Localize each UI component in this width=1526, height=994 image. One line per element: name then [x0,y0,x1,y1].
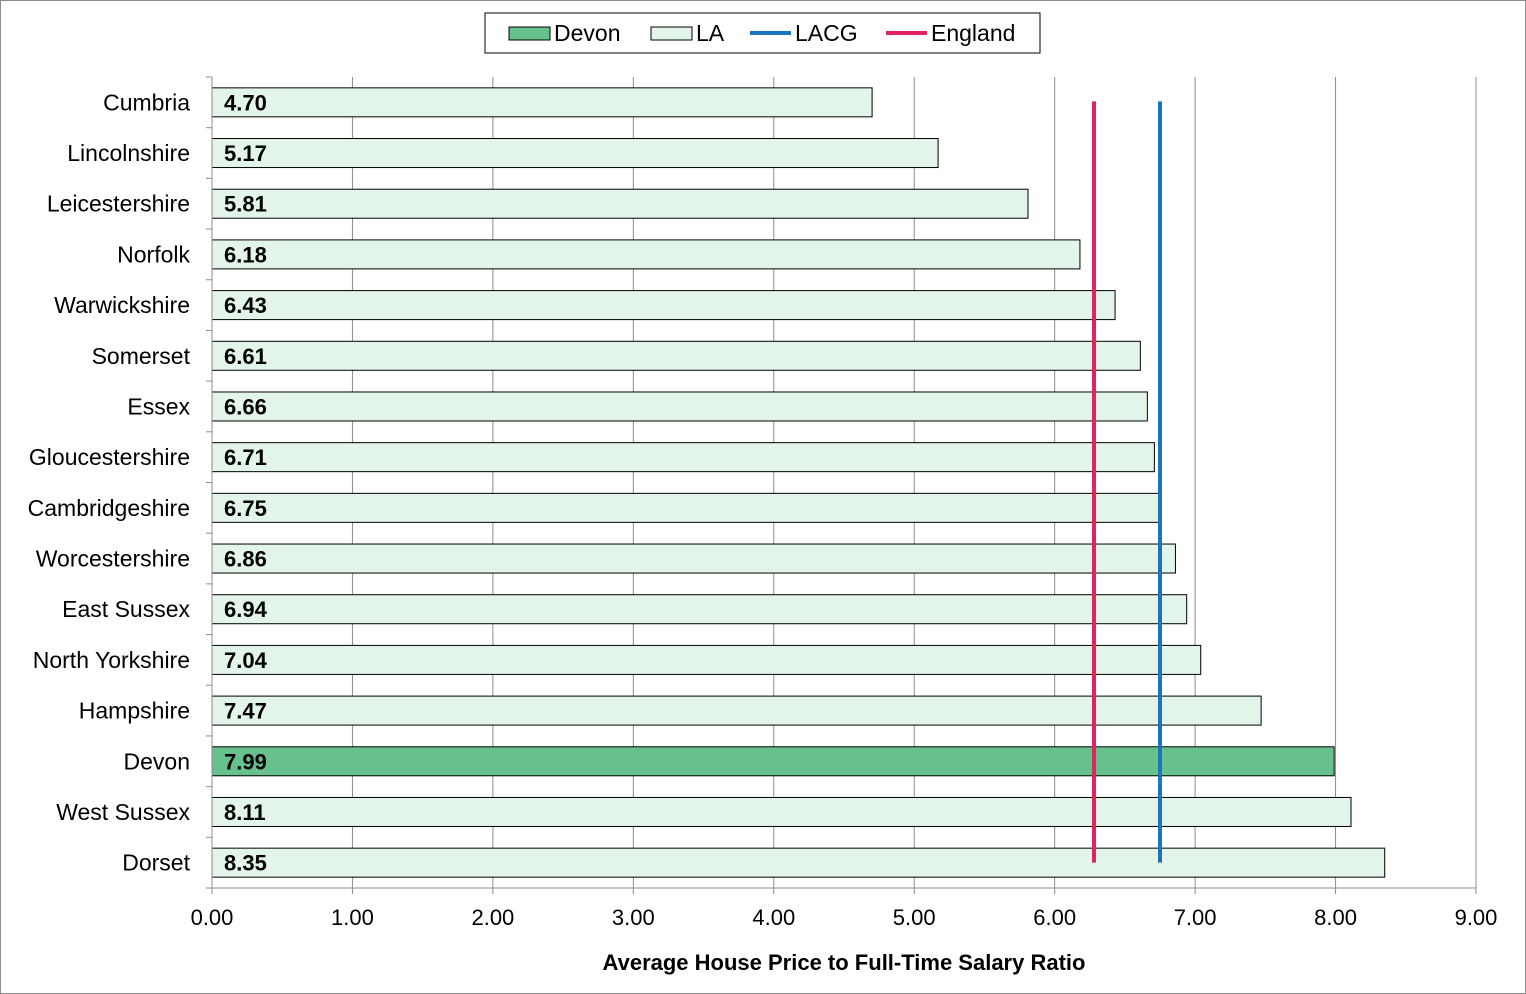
legend-label: LACG [795,20,858,46]
legend-label: Devon [554,20,620,46]
legend-swatch [508,26,551,41]
data-label: 6.66 [224,394,267,419]
category-label: Cumbria [103,89,190,115]
x-tick-label: 0.00 [191,905,234,930]
data-label: 7.04 [224,648,268,673]
category-label: Hampshire [79,698,190,724]
x-tick-label: 6.00 [1033,905,1076,930]
legend-label: LA [696,20,725,46]
data-label: 4.70 [224,90,267,115]
data-label: 7.99 [224,749,267,774]
x-tick-label: 5.00 [893,905,936,930]
bar [211,847,1386,878]
category-label: West Sussex [56,799,190,825]
x-tick-label: 7.00 [1174,905,1217,930]
category-label: Somerset [92,343,191,369]
data-label: 6.71 [224,445,267,470]
category-label: Devon [124,748,190,774]
x-tick-label: 4.00 [752,905,795,930]
x-axis-title: Average House Price to Full-Time Salary … [603,950,1086,975]
data-label: 6.86 [224,547,267,572]
bars: 4.70 5.17 5.81 6.18 6.43 6.61 6.66 6.71 6.75 6.86… [211,87,1386,878]
bar [211,391,1148,422]
legend-swatch [650,26,693,41]
category-label: Norfolk [117,241,190,267]
category-label: Dorset [122,850,190,876]
category-label: Warwickshire [54,292,190,318]
bar [211,746,1335,777]
bar [211,239,1081,270]
bar [211,188,1029,219]
legend: Devon LA LACG England [484,12,1041,54]
category-label: North Yorkshire [33,647,190,673]
bar [211,492,1161,523]
x-tick-label: 3.00 [612,905,655,930]
data-label: 6.94 [224,597,268,622]
data-label: 6.61 [224,344,267,369]
category-label: East Sussex [62,596,190,622]
data-label: 8.35 [224,851,267,876]
x-tick-label: 9.00 [1455,905,1498,930]
bar-chart: 4.70 5.17 5.81 6.18 6.43 6.61 6.66 6.71 6.75 6.86… [28,12,1498,975]
data-label: 6.75 [224,496,267,521]
data-label: 8.11 [224,800,266,825]
data-label: 7.47 [224,699,267,724]
bar [211,695,1262,726]
data-label: 5.17 [224,141,267,166]
x-tick-label: 1.00 [331,905,374,930]
bar [211,644,1202,675]
category-label: Essex [127,393,190,419]
x-tick-label: 2.00 [471,905,514,930]
category-label: Worcestershire [36,546,190,572]
data-label: 6.43 [224,293,267,318]
bar [211,543,1176,574]
x-tick-label: 8.00 [1314,905,1357,930]
legend-label: England [931,20,1015,46]
data-label: 5.81 [224,192,267,217]
bar [211,340,1141,371]
category-label: Cambridgeshire [28,495,190,521]
bar [211,138,939,169]
category-label: Gloucestershire [29,444,190,470]
bar [211,290,1116,321]
bar [211,442,1155,473]
bar [211,87,873,118]
bar [211,796,1352,827]
category-label: Lincolnshire [67,140,190,166]
bar [211,594,1188,625]
data-label: 6.18 [224,242,267,267]
category-label: Leicestershire [47,191,190,217]
